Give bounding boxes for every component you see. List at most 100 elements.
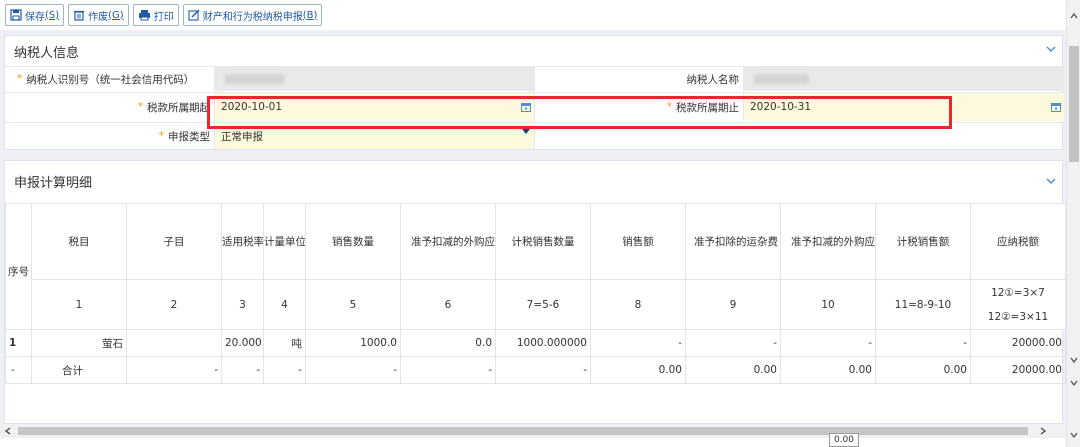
- unit-cell: 吨: [263, 329, 306, 357]
- redacted-value: [225, 74, 285, 84]
- taxpayer-id-row: * 纳税人识别号（统一社会信用代码） 纳税人名称: [5, 66, 1064, 91]
- report-type-row: * 申报类型 正常申报: [5, 122, 1064, 149]
- column-number: 11=8-9-10: [875, 279, 971, 330]
- scrollbar-thumb[interactable]: [18, 427, 1028, 435]
- vertical-scrollbar[interactable]: [1066, 0, 1080, 447]
- total-cell: 0.00: [590, 356, 686, 384]
- save-icon: [10, 9, 22, 21]
- row-seq: -: [5, 356, 32, 384]
- column-header: 准予扣减的外购应税产品购进金额: [780, 203, 876, 280]
- report-label: 财产和行为税纳税申报: [202, 11, 303, 23]
- value-tooltip: 0.00: [829, 433, 859, 447]
- column-header: 计量单位: [263, 203, 306, 280]
- total-cell: 20000.00: [970, 356, 1066, 384]
- sub-item-cell[interactable]: [126, 329, 222, 357]
- scroll-up-icon[interactable]: [1070, 13, 1078, 19]
- tax-due-cell: 20000.00: [970, 329, 1066, 357]
- print-button[interactable]: 打印: [132, 4, 179, 26]
- period-start-label: * 税款所属期起: [5, 93, 215, 121]
- taxpayer-name-value: [744, 67, 1064, 91]
- total-row: - 合计 - - - - - - 0.00 0.00 0.00 0.00 200…: [5, 356, 1066, 384]
- period-start-value: 2020-10-01: [221, 101, 283, 113]
- column-number: 4: [263, 279, 306, 330]
- horizontal-scrollbar[interactable]: [0, 424, 1066, 438]
- tax-period-row: * 税款所属期起 2020-10-01 * 税款所属期止 2020-10-31: [5, 92, 1064, 121]
- column-header: 适用税率: [221, 203, 264, 280]
- column-number: 12①=3×7 12②=3×11: [970, 279, 1066, 330]
- chevron-down-icon[interactable]: [1046, 45, 1056, 53]
- report-shortcut: (B): [302, 9, 318, 21]
- period-end-input[interactable]: 2020-10-31: [744, 93, 1064, 121]
- rate-cell[interactable]: 20.000...: [221, 329, 264, 357]
- scrollbar-thumb[interactable]: [1069, 46, 1079, 162]
- save-shortcut: (S): [45, 9, 60, 21]
- total-cell: -: [126, 356, 222, 384]
- tax-item-cell[interactable]: 萤石: [31, 329, 127, 357]
- column-header: 准予扣除的运杂费: [685, 203, 781, 280]
- scroll-down-icon[interactable]: [1070, 380, 1078, 386]
- scroll-left-icon[interactable]: [5, 427, 11, 435]
- property-tax-report-button[interactable]: 财产和行为税纳税申报 (B): [182, 4, 323, 26]
- total-cell: -: [305, 356, 401, 384]
- column-number: 8: [590, 279, 686, 330]
- calculation-detail-header: 申报计算明细: [5, 161, 1062, 201]
- column-header: 销售额: [590, 203, 686, 280]
- empty-cell: [535, 123, 1064, 149]
- taxable-qty-cell: 1000.000000: [495, 329, 591, 357]
- chevron-down-icon[interactable]: [1046, 177, 1056, 185]
- taxpayer-info-panel: 纳税人信息 * 纳税人识别号（统一社会信用代码） 纳税人名称 * 税款所属期起 20…: [4, 35, 1064, 150]
- column-number: 2: [126, 279, 222, 330]
- taxpayer-id-label: * 纳税人识别号（统一社会信用代码）: [5, 67, 215, 91]
- column-header: 计税销售数量: [495, 203, 591, 280]
- print-label: 打印: [153, 11, 174, 23]
- deduct-amount-cell[interactable]: -: [780, 329, 876, 357]
- deduct-qty-cell[interactable]: 0.0: [400, 329, 496, 357]
- column-header: 计税销售额: [875, 203, 971, 280]
- report-type-value: 正常申报: [221, 130, 263, 143]
- printer-icon: [138, 10, 150, 21]
- total-cell: -: [263, 356, 306, 384]
- dropdown-arrow-icon[interactable]: [522, 129, 530, 135]
- report-type-select[interactable]: 正常申报: [215, 123, 535, 149]
- column-number-row: 1 2 3 4 5 6 7=5-6 8 9 10 11=8-9-10 12①=3…: [6, 279, 1066, 330]
- period-end-value: 2020-10-31: [750, 101, 812, 113]
- scroll-down-icon[interactable]: [1070, 357, 1078, 363]
- total-cell: 0.00: [780, 356, 876, 384]
- column-header: 子目: [126, 203, 222, 280]
- column-header: 序号: [5, 203, 32, 330]
- save-label: 保存: [25, 11, 45, 23]
- period-start-input[interactable]: 2020-10-01: [215, 93, 535, 121]
- void-label: 作废: [88, 11, 109, 23]
- column-number: 10: [780, 279, 876, 330]
- total-cell: 0.00: [875, 356, 971, 384]
- taxable-amount-cell: -: [875, 329, 971, 357]
- scroll-right-icon[interactable]: [1040, 427, 1046, 435]
- table-row[interactable]: 1 萤石 20.000... 吨 1000.0 0.0 1000.000000 …: [5, 329, 1066, 357]
- redacted-value: [754, 74, 809, 84]
- section-title: 纳税人信息: [14, 45, 80, 61]
- calendar-icon[interactable]: [1051, 102, 1061, 112]
- period-end-label: * 税款所属期止: [535, 93, 744, 121]
- edit-icon: [188, 9, 200, 21]
- calendar-icon[interactable]: [521, 102, 531, 112]
- total-cell: -: [400, 356, 496, 384]
- total-cell: 0.00: [685, 356, 781, 384]
- void-button[interactable]: 作废 (G): [68, 4, 129, 26]
- sales-amount-cell[interactable]: -: [590, 329, 686, 357]
- freight-cell[interactable]: -: [685, 329, 781, 357]
- section-title: 申报计算明细: [14, 175, 93, 191]
- column-header: 准予扣减的外购应税产品购进数量: [400, 203, 496, 280]
- column-number: 5: [305, 279, 401, 330]
- calculation-detail-panel: 申报计算明细 序号 税目 子目 适用税率 计量单位 销售数量 准予扣减的外购应税…: [4, 160, 1066, 424]
- taxpayer-info-header: 纳税人信息: [5, 36, 1062, 66]
- save-button[interactable]: 保存 (S): [5, 4, 65, 26]
- column-header: 税目: [31, 203, 127, 280]
- toolbar: 保存 (S) 作废 (G) 打印 财产和行为税纳税申报 (B): [0, 0, 1066, 30]
- total-cell: -: [495, 356, 591, 384]
- column-number: 3: [221, 279, 264, 330]
- table-header-row: 序号 税目 子目 适用税率 计量单位 销售数量 准予扣减的外购应税产品购进数量 …: [5, 203, 1066, 330]
- taxpayer-name-label: 纳税人名称: [535, 67, 744, 91]
- column-number: 7=5-6: [495, 279, 591, 330]
- scroll-down-icon[interactable]: [1070, 432, 1078, 438]
- sales-qty-cell[interactable]: 1000.0: [305, 329, 401, 357]
